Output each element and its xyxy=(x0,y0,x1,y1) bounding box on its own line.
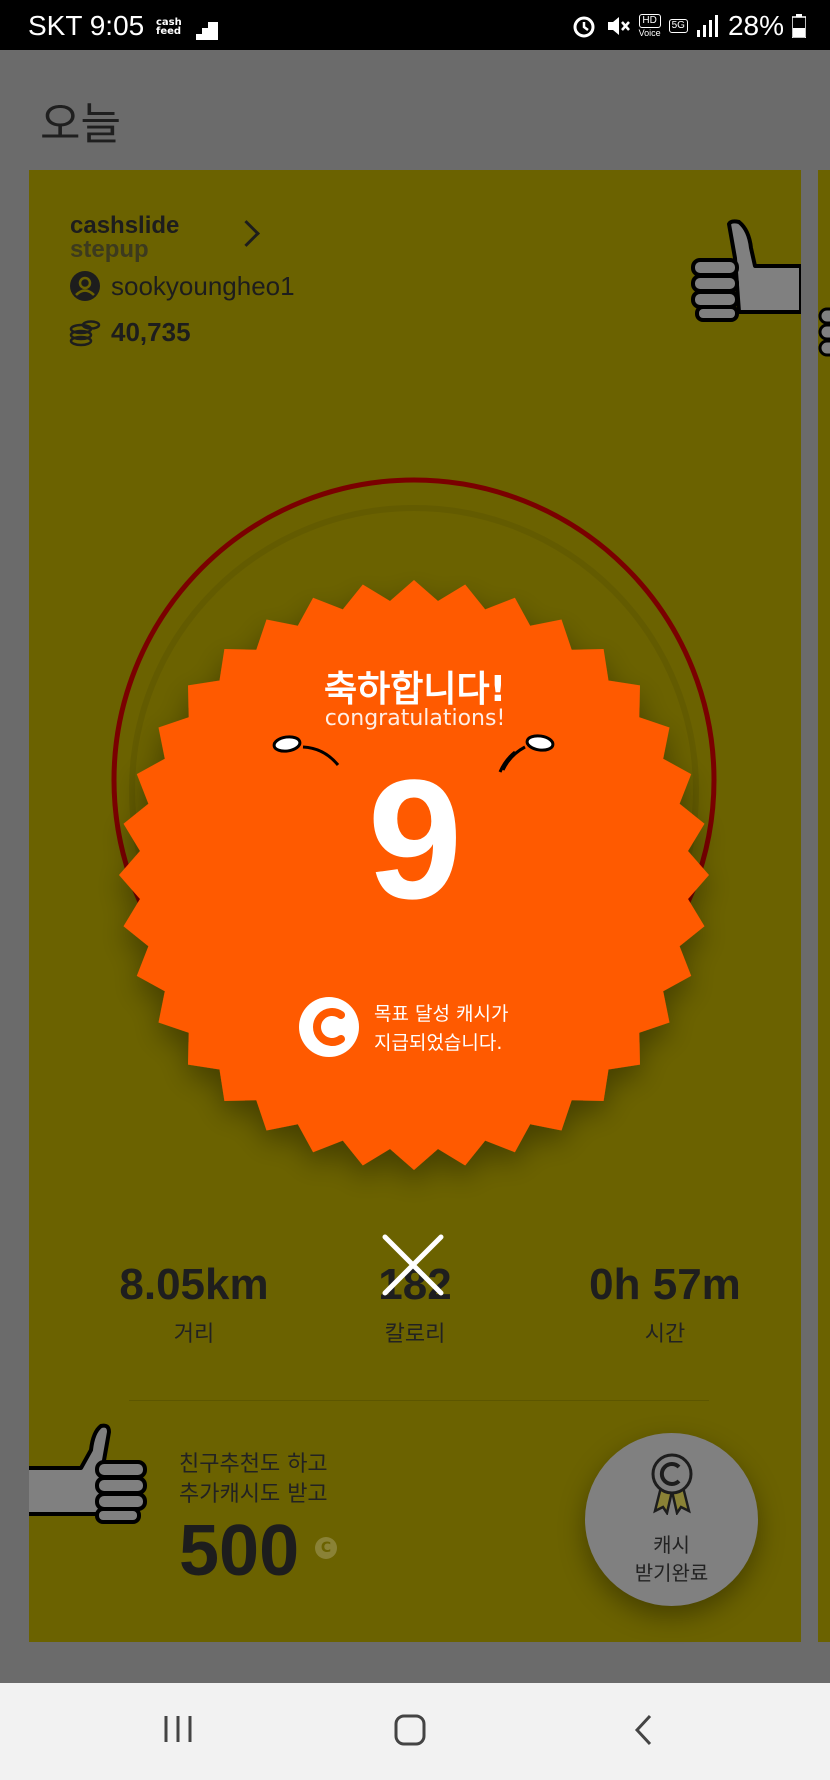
cash-coin-icon xyxy=(299,997,359,1057)
back-icon[interactable] xyxy=(632,1713,654,1747)
navigation-bar xyxy=(0,1683,830,1780)
divider xyxy=(129,1400,709,1401)
cash-button-line1: 캐시 xyxy=(653,1533,690,1557)
recent-apps-icon[interactable] xyxy=(162,1713,194,1745)
stat-distance: 8.05km 거리 xyxy=(119,1260,269,1347)
achieved-number: 9 xyxy=(367,745,463,935)
coin-icon: C xyxy=(315,1537,337,1559)
congrats-subtitle: congratulations! xyxy=(324,706,506,731)
promo-text[interactable]: 친구추천도 하고 추가캐시도 받고 xyxy=(179,1450,328,1510)
close-icon[interactable] xyxy=(381,1233,445,1297)
cash-button-line2: 받기완료 xyxy=(634,1561,709,1585)
reward-message: 목표 달성 캐시가 지급되었습니다. xyxy=(374,1003,509,1054)
medal-icon xyxy=(651,1453,693,1515)
congrats-title: 축하합니다! xyxy=(323,669,507,710)
promo-amount: 500 xyxy=(179,1511,300,1591)
stat-time: 0h 57m 시간 xyxy=(589,1260,741,1347)
home-icon[interactable] xyxy=(393,1713,427,1747)
thumbs-up-left-icon xyxy=(29,1423,147,1524)
cash-claimed-button[interactable]: 캐시 받기완료 xyxy=(585,1433,758,1606)
